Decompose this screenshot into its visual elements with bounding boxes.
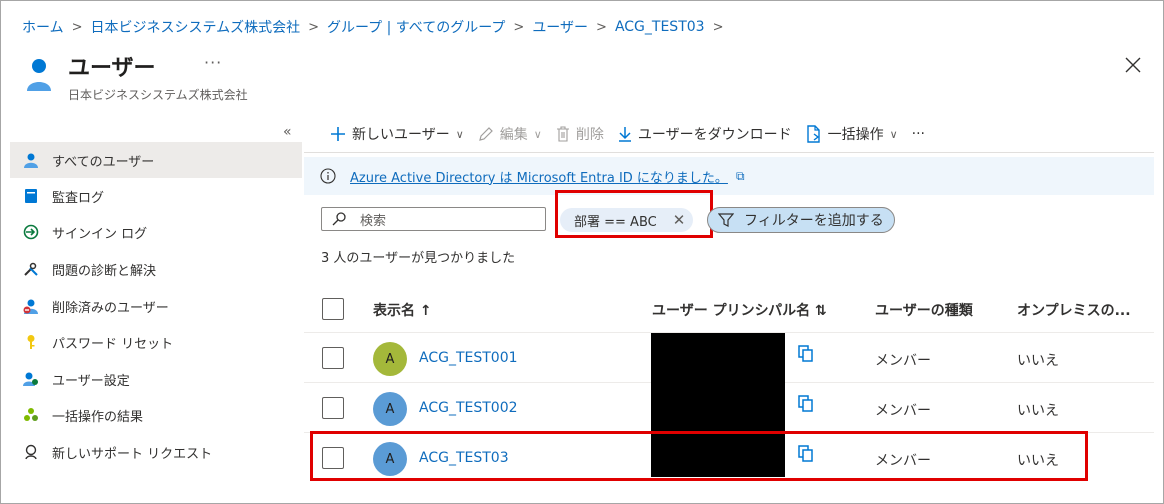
sidebar-item-label: サインイン ログ [52,226,148,242]
user-type-cell: メンバー [875,353,931,369]
sidebar-item-label: すべてのユーザー [52,154,155,170]
delete-label: 削除 [575,127,604,143]
external-link-icon[interactable]: ⧉ [736,169,745,184]
breadcrumb-separator: > [71,19,83,35]
wrench-icon [22,260,40,278]
breadcrumb-separator: > [308,19,319,35]
edit-label: 編集 [499,127,528,143]
sidebar-item-password-reset[interactable]: パスワード リセット [10,324,302,360]
copy-icon[interactable] [798,345,814,363]
plus-icon [330,126,346,142]
sidebar-item-label: 監査ログ [52,190,105,206]
entra-announcement-link[interactable]: Azure Active Directory は Microsoft Entra… [350,167,728,186]
pencil-icon [478,126,494,142]
row-checkbox[interactable] [322,397,344,419]
trash-icon [556,126,570,142]
copy-icon[interactable] [798,395,814,413]
result-count: 3 人のユーザーが見つかりました [321,251,516,266]
breadcrumb-separator: > [712,19,724,35]
highlight-box-row [310,431,1088,481]
more-label: ··· [911,126,926,142]
avatar-initial: A [385,401,395,417]
chevron-down-icon: ∨ [533,127,542,141]
users-title-icon [27,59,51,91]
on-prem-cell: いいえ [1017,353,1059,369]
new-user-button[interactable]: 新しいユーザー ∨ [330,124,464,144]
select-all-checkbox[interactable] [322,298,344,320]
user-settings-icon [22,370,40,388]
chevron-down-icon: ∨ [455,127,464,141]
edit-button[interactable]: 編集 ∨ [478,124,542,144]
highlight-box-filter [555,190,713,238]
user-name-link[interactable]: ACG_TEST001 [419,350,518,366]
more-options-icon[interactable]: ··· [204,53,222,72]
chevron-down-icon: ∨ [889,127,898,141]
breadcrumb-separator: > [596,19,607,35]
new-user-label: 新しいユーザー [352,127,450,143]
avatar: A [373,392,407,426]
sidebar-item-new-support-request[interactable]: 新しいサポート リクエスト [10,434,302,470]
breadcrumb: ホーム > 日本ビジネスシステムズ株式会社 > グループ | すべてのグループ … [22,16,731,38]
key-icon [22,333,40,351]
page-subtitle: 日本ビジネスシステムズ株式会社 [68,88,248,102]
bulk-file-icon [806,125,822,143]
download-users-button[interactable]: ユーザーをダウンロード [618,124,792,144]
page-title: ユーザー [68,56,156,81]
breadcrumb-tenant[interactable]: 日本ビジネスシステムズ株式会社 [91,17,301,37]
book-icon [22,187,40,205]
column-header-user-type[interactable]: ユーザーの種類 [875,300,973,320]
breadcrumb-groups[interactable]: グループ | すべてのグループ [327,17,505,37]
avatar: A [373,342,407,376]
collapse-sidebar-icon[interactable]: « [283,124,292,140]
breadcrumb-group[interactable]: ACG_TEST03 [615,19,705,35]
info-icon [320,168,336,184]
column-header-display-name[interactable]: 表示名 ↑ [373,300,432,320]
sidebar-item-audit-log[interactable]: 監査ログ [10,178,302,214]
sidebar-item-label: パスワード リセット [52,336,174,352]
row-checkbox[interactable] [322,347,344,369]
bulk-operations-button[interactable]: 一括操作 ∨ [806,124,898,144]
sidebar-item-label: 削除済みのユーザー [52,300,169,316]
user-name-link[interactable]: ACG_TEST002 [419,400,518,416]
more-commands-button[interactable]: ··· [912,126,925,142]
bulk-label: 一括操作 [827,127,884,143]
download-label: ユーザーをダウンロード [637,127,792,143]
column-header-on-prem[interactable]: オンプレミスの... [1017,300,1131,320]
support-icon [22,443,40,461]
breadcrumb-separator: > [513,19,525,35]
sidebar-item-label: ユーザー設定 [52,373,130,389]
sidebar-item-label: 新しいサポート リクエスト [52,446,213,462]
sidebar-item-all-users[interactable]: すべてのユーザー [10,142,302,178]
user-type-cell: メンバー [875,403,931,419]
sidebar-item-diagnose[interactable]: 問題の診断と解決 [10,251,302,287]
add-filter-label: フィルターを追加する [744,213,884,229]
delete-button[interactable]: 削除 [556,124,604,144]
search-icon [332,212,346,226]
sidebar-item-deleted-users[interactable]: 削除済みのユーザー [10,288,302,324]
funnel-icon [718,212,734,228]
toolbar-divider [304,152,1154,153]
close-icon[interactable] [1124,56,1142,74]
breadcrumb-users[interactable]: ユーザー [532,17,588,37]
user-icon [22,151,40,169]
bulk-results-icon [22,406,40,424]
avatar-initial: A [385,351,395,367]
on-prem-cell: いいえ [1017,403,1059,419]
info-banner: Azure Active Directory は Microsoft Entra… [304,157,1154,195]
breadcrumb-home[interactable]: ホーム [22,17,64,37]
sign-in-icon [22,223,40,241]
command-bar: 新しいユーザー ∨ 編集 ∨ 削除 ユーザーをダウンロード 一括操作 ∨ ··· [330,120,939,148]
deleted-user-icon [22,297,40,315]
sidebar-item-bulk-results[interactable]: 一括操作の結果 [10,397,302,433]
sidebar-item-label: 一括操作の結果 [52,409,144,425]
search-placeholder: 検索 [360,213,387,229]
search-input[interactable]: 検索 [321,207,546,231]
download-icon [618,126,632,142]
column-header-upn[interactable]: ユーザー プリンシパル名 ⇅ [652,300,827,320]
sidebar-item-label: 問題の診断と解決 [52,263,157,279]
add-filter-button[interactable]: フィルターを追加する [707,207,895,233]
sidebar-item-sign-in-log[interactable]: サインイン ログ [10,214,302,250]
sidebar-item-user-settings[interactable]: ユーザー設定 [10,361,302,397]
